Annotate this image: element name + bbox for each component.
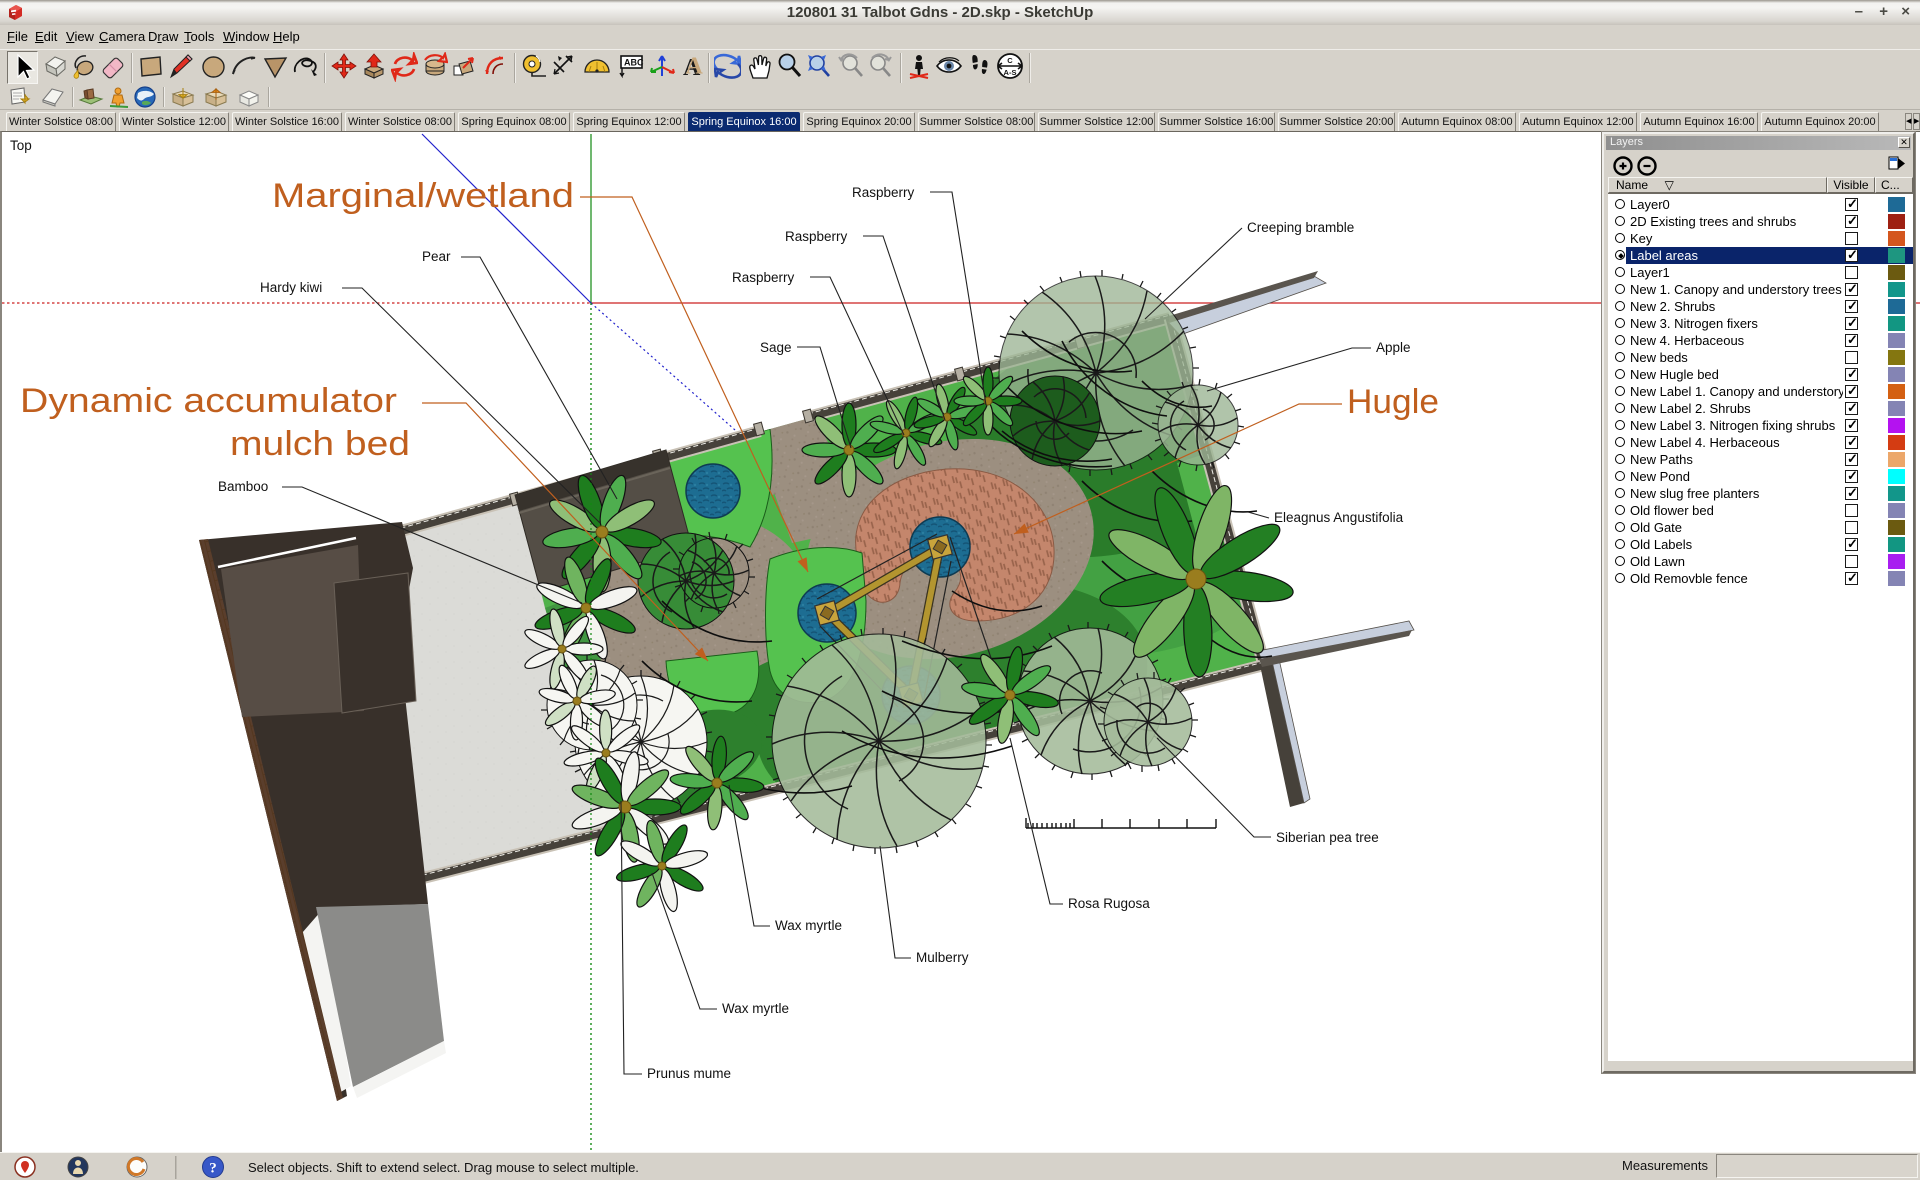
svg-text:Raspberry: Raspberry (852, 185, 915, 200)
svg-text:Prunus mume: Prunus mume (647, 1066, 731, 1081)
svg-text:A-S: A-S (1004, 68, 1017, 77)
svg-text:Apple: Apple (1376, 340, 1411, 355)
svg-text:Pear: Pear (422, 249, 451, 264)
svg-text:Siberian pea tree: Siberian pea tree (1276, 830, 1379, 845)
svg-text:mulch bed: mulch bed (230, 425, 410, 463)
svg-text:Marginal/wetland: Marginal/wetland (272, 177, 574, 215)
svg-text:ABC: ABC (624, 58, 644, 68)
svg-text:Hardy kiwi: Hardy kiwi (260, 280, 322, 295)
svg-text:Raspberry: Raspberry (732, 270, 795, 285)
svg-text:Bamboo: Bamboo (218, 479, 268, 494)
svg-text:Raspberry: Raspberry (785, 229, 848, 244)
svg-text:A: A (686, 54, 704, 80)
svg-text:C: C (1007, 56, 1013, 65)
svg-text:Sage: Sage (760, 340, 792, 355)
svg-text:Hugle: Hugle (1347, 383, 1439, 421)
svg-text:Mulberry: Mulberry (916, 950, 969, 965)
svg-text:Rosa Rugosa: Rosa Rugosa (1068, 896, 1150, 911)
svg-text:?: ? (209, 1161, 217, 1177)
svg-text:Top: Top (10, 138, 32, 153)
svg-text:Eleagnus Angustifolia: Eleagnus Angustifolia (1274, 510, 1404, 525)
svg-text:Creeping bramble: Creeping bramble (1247, 220, 1354, 235)
svg-text:Wax myrtle: Wax myrtle (775, 918, 842, 933)
svg-text:Wax myrtle: Wax myrtle (722, 1001, 789, 1016)
svg-text:Dynamic accumulator: Dynamic accumulator (20, 382, 397, 420)
